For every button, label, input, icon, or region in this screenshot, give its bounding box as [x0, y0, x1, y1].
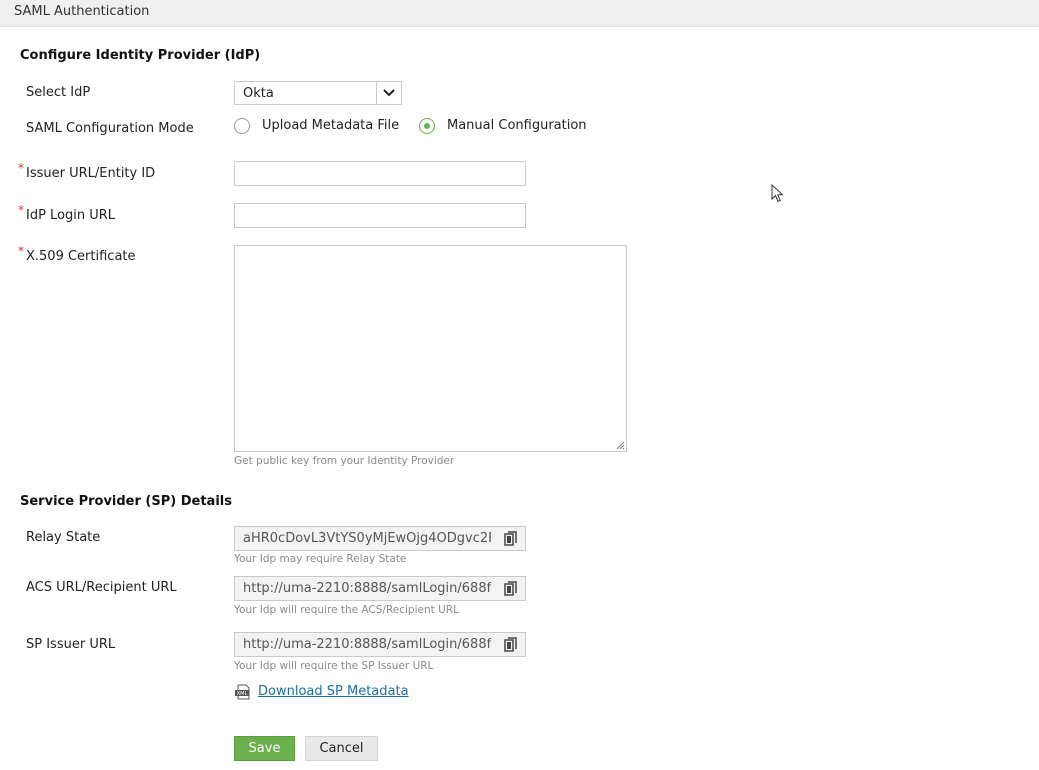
relay-state-field[interactable]: aHR0cDovL3VtYS0yMjEwOjg4ODgvc2Ft — [234, 526, 526, 551]
required-marker: * — [18, 203, 24, 217]
radio-circle[interactable] — [234, 118, 250, 134]
required-marker: * — [18, 244, 24, 258]
idp-login-url-label-text: IdP Login URL — [26, 208, 116, 223]
idp-login-url-input[interactable] — [234, 203, 526, 228]
certificate-label-text: X.509 Certificate — [26, 249, 136, 264]
issuer-url-input[interactable] — [234, 161, 526, 186]
certificate-hint: Get public key from your Identity Provid… — [234, 455, 455, 467]
certificate-textarea[interactable] — [234, 245, 627, 452]
save-button[interactable]: Save — [234, 736, 295, 761]
certificate-label: * X.509 Certificate — [18, 244, 136, 264]
sp-section-heading: Service Provider (SP) Details — [20, 494, 232, 509]
acs-url-value: http://uma-2210:8888/samlLogin/688f — [243, 581, 491, 596]
relay-state-label: Relay State — [26, 530, 101, 545]
acs-url-field[interactable]: http://uma-2210:8888/samlLogin/688f — [234, 576, 526, 601]
svg-text:XML: XML — [237, 691, 248, 697]
copy-icon[interactable] — [504, 581, 518, 597]
radio-manual-configuration-label[interactable]: Manual Configuration — [447, 118, 587, 133]
relay-state-hint: Your Idp may require Relay State — [234, 553, 407, 565]
sp-issuer-label: SP Issuer URL — [26, 637, 116, 652]
acs-url-hint: Your Idp will require the ACS/Recipient … — [234, 604, 459, 616]
resize-grip-icon[interactable] — [615, 440, 625, 450]
acs-url-label: ACS URL/Recipient URL — [26, 580, 177, 595]
relay-state-value: aHR0cDovL3VtYS0yMjEwOjg4ODgvc2Ft — [243, 531, 491, 546]
radio-dot — [424, 123, 430, 129]
sp-issuer-field[interactable]: http://uma-2210:8888/samlLogin/688f — [234, 632, 526, 657]
download-sp-metadata-link[interactable]: Download SP Metadata — [258, 684, 409, 699]
xml-file-icon: XML — [235, 684, 250, 700]
idp-login-url-label: * IdP Login URL — [18, 203, 116, 223]
sp-issuer-hint: Your Idp will require the SP Issuer URL — [234, 660, 434, 672]
mouse-pointer-icon — [771, 184, 784, 203]
config-mode-label: SAML Configuration Mode — [26, 121, 194, 136]
radio-circle-checked[interactable] — [419, 118, 435, 134]
idp-section-heading: Configure Identity Provider (IdP) — [20, 48, 261, 63]
chevron-down-icon — [383, 89, 395, 97]
cancel-button[interactable]: Cancel — [305, 736, 378, 761]
issuer-url-label: * Issuer URL/Entity ID — [18, 161, 156, 181]
sp-issuer-value: http://uma-2210:8888/samlLogin/688f — [243, 637, 491, 652]
idp-select[interactable]: Okta — [234, 81, 402, 105]
select-idp-label: Select IdP — [26, 85, 91, 100]
copy-icon[interactable] — [504, 637, 518, 653]
issuer-url-label-text: Issuer URL/Entity ID — [26, 166, 156, 181]
copy-icon[interactable] — [504, 531, 518, 547]
idp-select-value: Okta — [243, 86, 274, 101]
radio-upload-metadata-label[interactable]: Upload Metadata File — [262, 118, 399, 133]
window-title: SAML Authentication — [14, 4, 150, 19]
required-marker: * — [18, 161, 24, 175]
title-bar: SAML Authentication — [0, 0, 1039, 27]
idp-select-toggle[interactable] — [376, 82, 401, 104]
